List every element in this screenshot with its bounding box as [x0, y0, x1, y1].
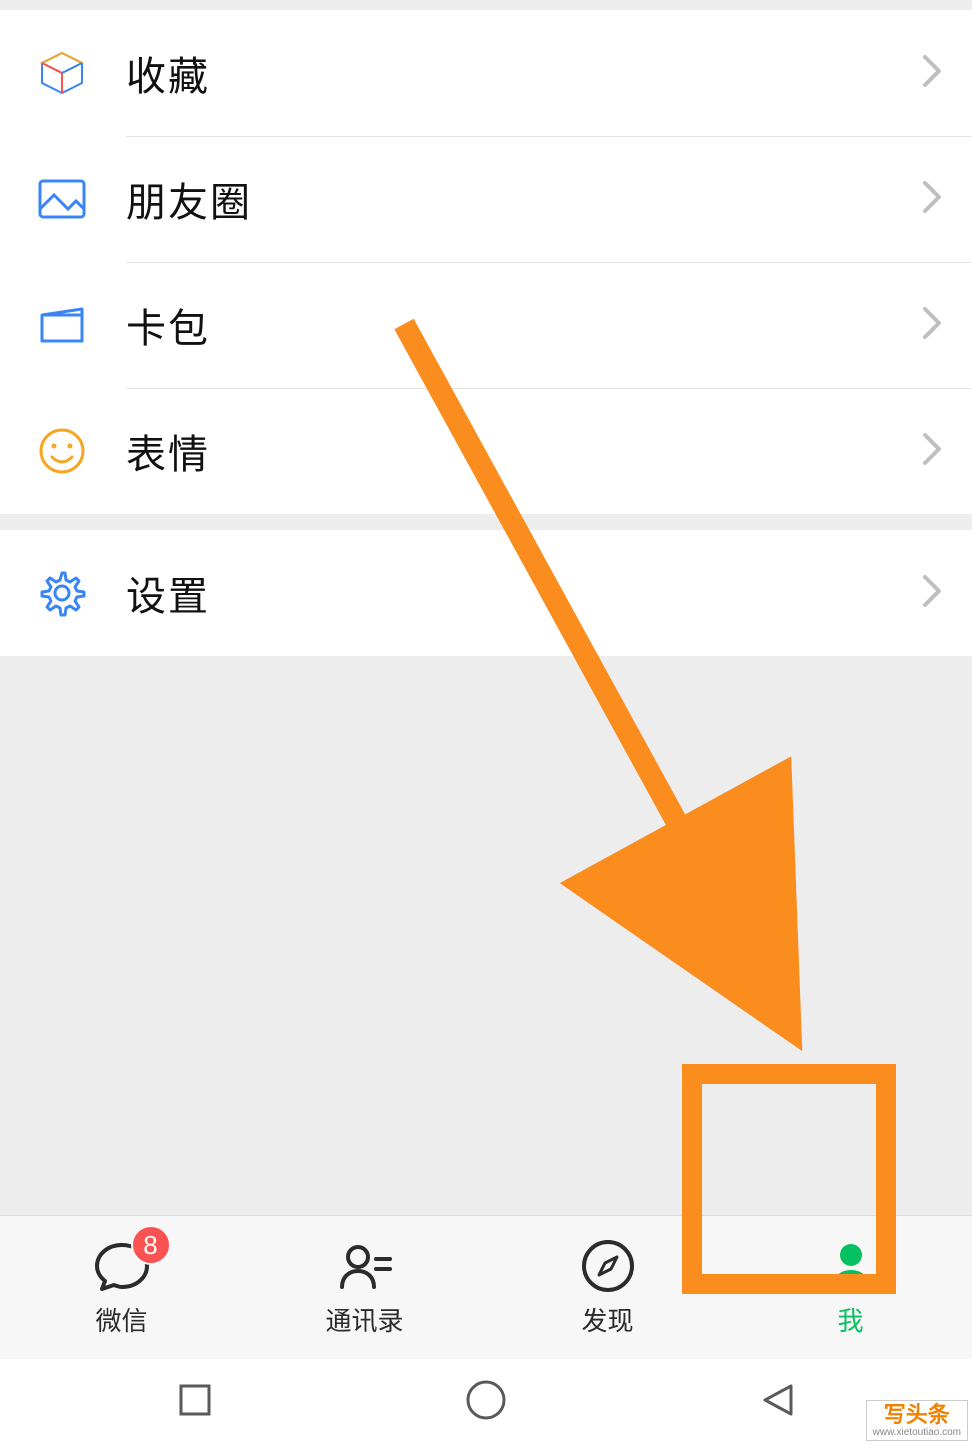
watermark: 写头条 www.xietoutiao.com: [866, 1400, 968, 1441]
tab-contacts[interactable]: 通讯录: [243, 1216, 486, 1359]
contacts-icon: [336, 1237, 394, 1295]
chevron-right-icon: [922, 54, 942, 93]
section-spacer: [0, 514, 972, 530]
menu-item-cards[interactable]: 卡包: [0, 262, 972, 388]
person-icon: [822, 1237, 880, 1295]
smiley-icon: [38, 427, 86, 475]
menu-item-moments[interactable]: 朋友圈: [0, 136, 972, 262]
menu-item-stickers[interactable]: 表情: [0, 388, 972, 514]
tab-label: 发现: [581, 1301, 633, 1338]
system-nav-bar: [0, 1359, 972, 1445]
menu-group-2: 设置: [0, 530, 972, 656]
unread-badge: 8: [131, 1225, 171, 1265]
gear-icon: [38, 569, 86, 617]
menu-item-favorites[interactable]: 收藏: [0, 10, 972, 136]
tab-label: 通讯录: [325, 1301, 403, 1338]
compass-icon: [579, 1237, 637, 1295]
menu-group-1: 收藏 朋友圈 卡包: [0, 10, 972, 514]
watermark-title: 写头条: [873, 1403, 961, 1427]
bottom-tab-bar: 8 微信 通讯录 发现: [0, 1215, 972, 1359]
tab-label: 微信: [95, 1301, 147, 1338]
menu-label: 收藏: [126, 44, 922, 102]
chevron-right-icon: [922, 574, 942, 613]
cube-icon: [38, 49, 86, 97]
tab-label: 我: [837, 1301, 863, 1338]
tab-me[interactable]: 我: [729, 1216, 972, 1359]
menu-label: 卡包: [126, 296, 922, 354]
chevron-right-icon: [922, 306, 942, 345]
me-page: 收藏 朋友圈 卡包: [0, 0, 972, 1445]
image-icon: [38, 175, 86, 223]
menu-label: 朋友圈: [126, 170, 922, 228]
nav-recent-icon[interactable]: [175, 1380, 215, 1425]
menu-label: 设置: [126, 564, 922, 622]
wallet-icon: [38, 301, 86, 349]
top-gap: [0, 0, 972, 10]
chevron-right-icon: [922, 432, 942, 471]
tab-chats[interactable]: 8 微信: [0, 1216, 243, 1359]
content-filler: [0, 656, 972, 1215]
chevron-right-icon: [922, 180, 942, 219]
nav-back-icon[interactable]: [757, 1380, 797, 1425]
menu-item-settings[interactable]: 设置: [0, 530, 972, 656]
tab-discover[interactable]: 发现: [486, 1216, 729, 1359]
watermark-url: www.xietoutiao.com: [873, 1427, 961, 1438]
chat-bubble-icon: 8: [93, 1237, 151, 1295]
nav-home-icon[interactable]: [464, 1378, 508, 1427]
menu-label: 表情: [126, 422, 922, 480]
